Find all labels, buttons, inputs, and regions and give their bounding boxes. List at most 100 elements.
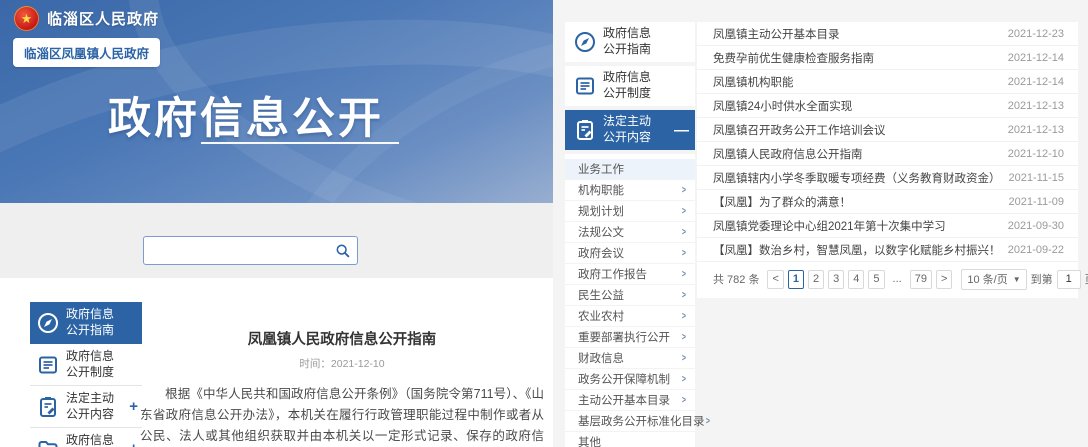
submenu-item[interactable]: 政府会议 > [565,243,695,264]
sidebar-item-label: 政府信息公开制度 [603,70,651,101]
search-button[interactable] [329,237,357,264]
sidebar-item[interactable]: 法定主动公开内容 + [30,386,142,428]
chevron-right-icon: > [682,332,686,343]
sidebar-item[interactable]: 政府信息公开年报 + [30,428,142,447]
submenu-item-label: 机构职能 [578,182,624,198]
page-number-button[interactable]: 79 [910,270,932,289]
page-size-select[interactable]: 10 条/页 ▼ [961,269,1026,290]
submenu-item-label: 规划计划 [578,203,624,219]
total-count: 共 782 条 [713,271,759,287]
expand-plus-icon[interactable]: + [127,398,138,415]
news-date: 2021-12-23 [1008,28,1064,40]
document-lines-icon [36,353,60,377]
sidebar-item-label: 法定主动公开内容 [66,391,114,422]
submenu-item[interactable]: 财政信息 > [565,348,695,369]
chevron-right-icon: > [682,353,686,364]
clipboard-pen-icon [573,118,597,142]
submenu-item[interactable]: 业务工作 [565,159,695,180]
sidebar-item-label: 政府信息公开指南 [603,26,651,57]
news-row[interactable]: 凤凰镇党委理论中心组2021年第十次集中学习 2021-09-30 [697,214,1078,238]
news-row[interactable]: 凤凰镇人民政府信息公开指南2021-12-10 [697,142,1078,166]
article-date: 时间：2021-12-10 [140,356,544,371]
chevron-right-icon: > [682,395,686,406]
submenu-item[interactable]: 主动公开基本目录> [565,390,695,411]
submenu-item[interactable]: 政务公开保障机制> [565,369,695,390]
news-title: 【凤凰】数治乡村，智慧凤凰，以数字化赋能乡村振兴！ [713,242,998,258]
page-size-value: 10 条/页 [967,271,1007,287]
submenu-item[interactable]: 政府工作报告> [565,264,695,285]
clipboard-pen-icon [36,395,60,419]
search-band [0,203,553,278]
sidebar-item[interactable]: 政府信息公开指南 [30,302,142,344]
next-page-button[interactable]: > [936,270,952,289]
expand-plus-icon[interactable]: + [127,440,138,447]
news-date: 2021-11-15 [1009,172,1064,184]
submenu-item[interactable]: 民生公益> [565,285,695,306]
sidebar-item-label: 政府信息公开年报 [66,433,114,447]
news-date: 2021-09-30 [1008,220,1064,232]
submenu-item[interactable]: 重要部署执行公开> [565,327,695,348]
chevron-down-icon: ▼ [1013,275,1021,284]
national-emblem-icon: ★ [14,6,39,31]
search-input[interactable] [144,237,329,264]
chevron-right-icon: > [682,269,686,280]
chevron-right-icon: > [682,248,686,259]
submenu-item[interactable]: 机构职能> [565,180,695,201]
submenu-item[interactable]: 法规公文> [565,222,695,243]
submenu-item[interactable]: 农业农村> [565,306,695,327]
submenu-item[interactable]: 其他 [565,432,695,447]
chevron-right-icon: > [682,374,686,385]
news-title: 凤凰镇24小时供水全面实现 [713,98,998,114]
chevron-right-icon: > [682,227,686,238]
chevron-right-icon: > [705,416,709,427]
sidebar-item-label: 法定主动公开内容 [603,114,651,145]
document-lines-icon [573,74,597,98]
submenu-item-label: 基层政务公开标准化目录 [578,413,705,429]
compass-icon [36,311,60,335]
news-row[interactable]: 凤凰镇辖内小学冬季取暖专项经费（义务教育财政资金） 2021-11-15 [697,166,1078,190]
goto-page-group: 到第 页 确定 [1031,269,1088,290]
page-number-button[interactable]: 3 [828,270,844,289]
sub-site-button[interactable]: 临淄区凤凰镇人民政府 [13,38,160,67]
submenu-item-label: 财政信息 [578,350,624,366]
category-submenu: 业务工作机构职能>规划计划>法规公文>政府会议>政府工作报告>民生公益>农业农村… [565,154,695,447]
news-row[interactable]: 【凤凰】数治乡村，智慧凤凰，以数字化赋能乡村振兴！ 2021-09-22 [697,238,1078,262]
page-number-button[interactable]: 1 [788,270,804,289]
news-row[interactable]: 凤凰镇24小时供水全面实现 2021-12-13 [697,94,1078,118]
news-title: 凤凰镇主动公开基本目录 [713,26,998,42]
hero-banner: ★ 临淄区人民政府 临淄区凤凰镇人民政府 政府信息公开 [0,0,553,203]
news-date: 2021-12-13 [1008,100,1064,112]
sidebar-item-label: 政府信息公开制度 [66,349,114,380]
news-title: 凤凰镇辖内小学冬季取暖专项经费（义务教育财政资金） [713,170,999,186]
prev-page-button[interactable]: < [767,270,783,289]
sidebar-item[interactable]: 法定主动公开内容 — [565,110,695,150]
sidebar-item[interactable]: 政府信息公开制度 [565,66,695,106]
submenu-item-label: 政府会议 [578,245,624,261]
goto-page-input[interactable] [1057,270,1081,289]
pagination-bar: 共 782 条 <12345...79> 10 条/页 ▼ 到第 页 确定 [697,262,1078,294]
submenu-item[interactable]: 规划计划> [565,201,695,222]
collapse-minus-icon[interactable]: — [672,122,689,139]
submenu-item-label: 民生公益 [578,287,624,303]
submenu-item[interactable]: 基层政务公开标准化目录> [565,411,695,432]
page-number-button[interactable]: 2 [808,270,824,289]
news-row[interactable]: 凤凰镇召开政务公开工作培训会议2021-12-13 [697,118,1078,142]
news-row[interactable]: 凤凰镇机构职能2021-12-14 [697,70,1078,94]
goto-label: 到第 [1031,271,1053,287]
sidebar-item[interactable]: 政府信息公开制度 [30,344,142,386]
page-number-button[interactable]: 5 [868,270,884,289]
news-row[interactable]: 免费孕前优生健康检查服务指南2021-12-14 [697,46,1078,70]
news-date: 2021-09-22 [1008,244,1064,256]
page-number-button[interactable]: 4 [848,270,864,289]
sidebar-item[interactable]: 政府信息公开指南 [565,22,695,62]
site-name: 临淄区人民政府 [47,8,159,29]
news-row[interactable]: 凤凰镇主动公开基本目录 2021-12-23 [697,22,1078,46]
news-title: 凤凰镇党委理论中心组2021年第十次集中学习 [713,218,998,234]
page-buttons: <12345...79> [767,270,952,289]
news-title: 【凤凰】为了群众的满意！ [713,194,999,210]
site-logo-link[interactable]: ★ 临淄区人民政府 [14,6,159,31]
news-title: 凤凰镇人民政府信息公开指南 [713,146,998,162]
submenu-item-label: 其他 [578,434,601,447]
news-row[interactable]: 【凤凰】为了群众的满意！2021-11-09 [697,190,1078,214]
news-date: 2021-12-13 [1008,124,1064,136]
